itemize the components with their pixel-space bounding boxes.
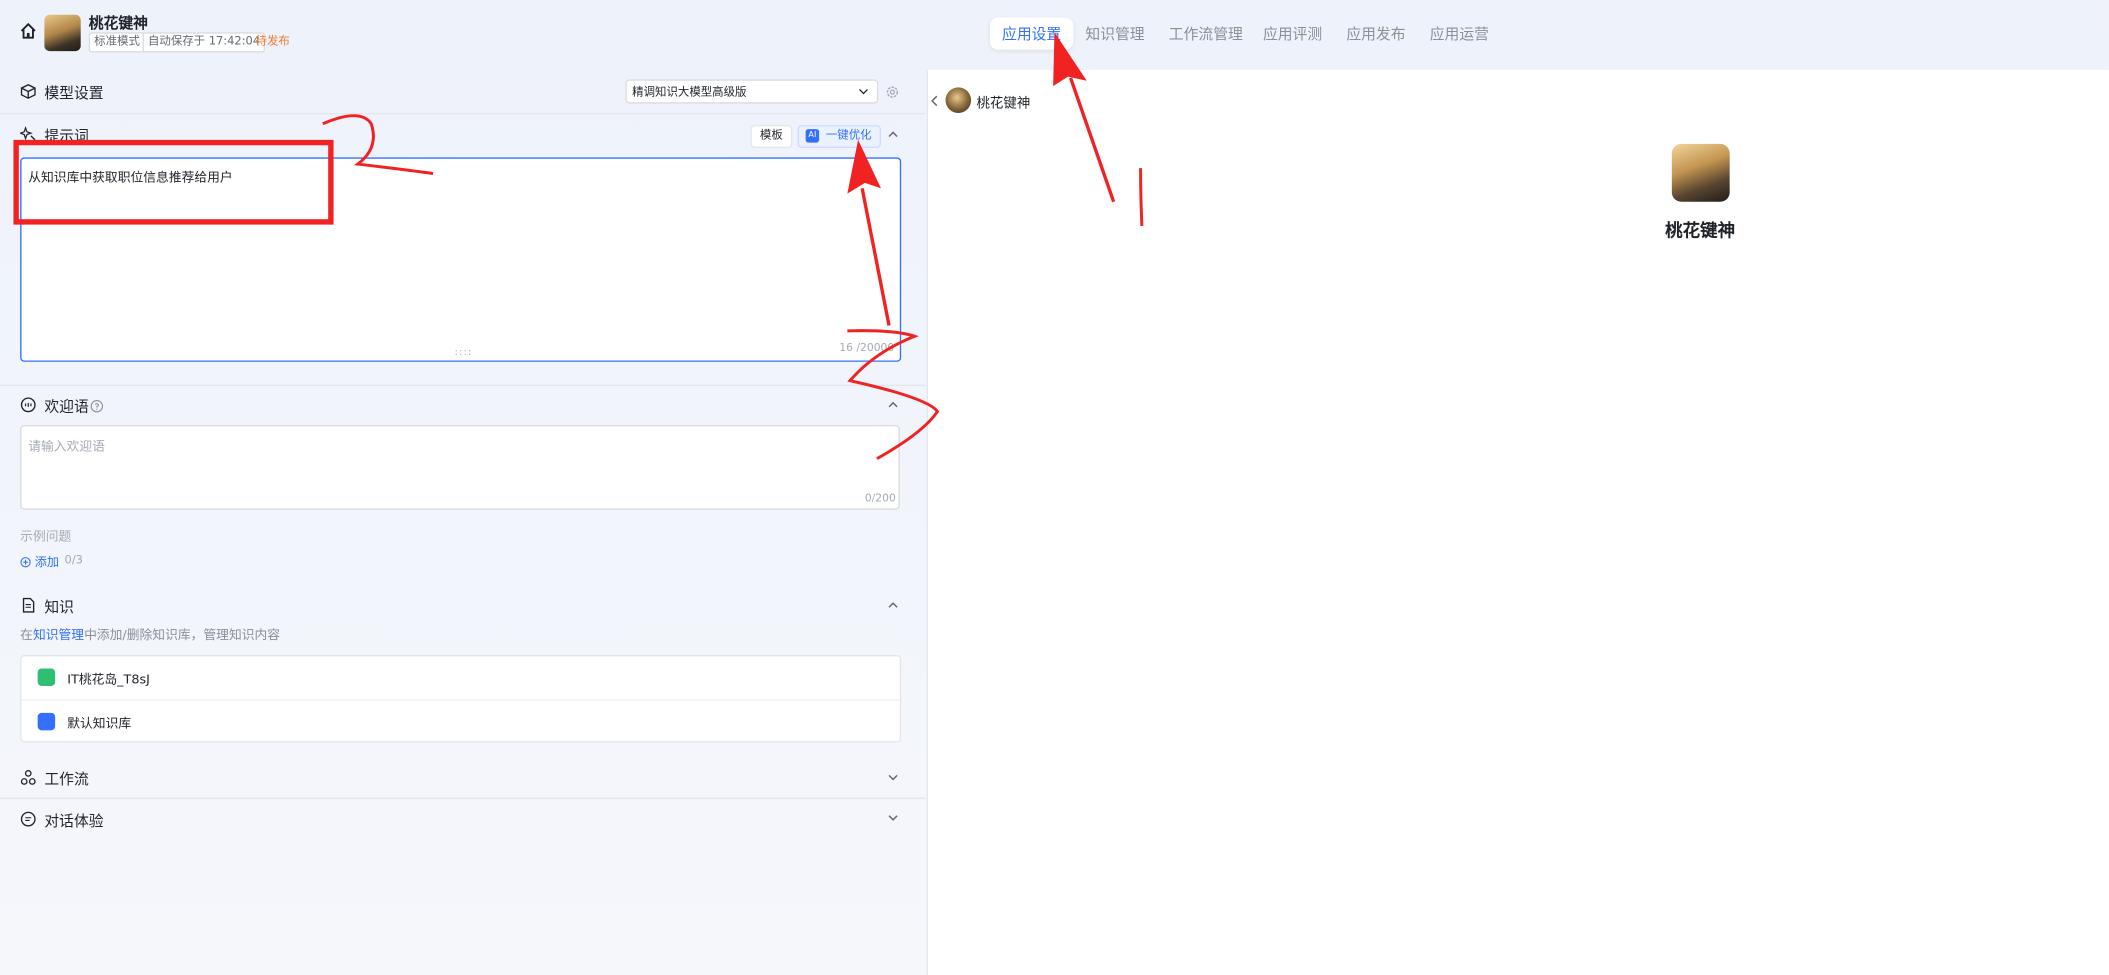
tab-app-operations[interactable]: 应用运营 (1418, 17, 1501, 49)
tab-knowledge-management[interactable]: 知识管理 (1073, 17, 1156, 49)
tab-workflow-management[interactable]: 工作流管理 (1157, 17, 1255, 49)
divider (0, 384, 926, 387)
bot-avatar (1671, 143, 1730, 202)
workflow-section-title: 工作流 (44, 770, 89, 789)
help-icon[interactable] (90, 399, 104, 413)
add-example-label: 添加 (34, 556, 60, 571)
tab-app-settings[interactable]: 应用设置 (989, 17, 1074, 50)
sparkle-icon (20, 126, 36, 141)
example-count: 0/3 (64, 554, 83, 568)
knowledge-section-title: 知识 (44, 598, 74, 617)
workflow-icon (20, 770, 36, 785)
model-section-title: 模型设置 (44, 84, 104, 103)
prompt-input-value: 从知识库中获取职位信息推荐给用户 (28, 170, 233, 186)
resize-grip-icon[interactable]: :::: (455, 347, 473, 358)
knowledge-base-list: IT桃花岛_T8sJ 默认知识库 (20, 655, 902, 743)
ai-icon: AI (805, 129, 820, 143)
prompt-char-count: 16 /20000 (839, 341, 895, 354)
chat-bubble-icon (20, 397, 36, 413)
knowledge-base-name: IT桃花岛_T8sJ (67, 672, 150, 688)
preview-header-name: 桃花键神 (976, 96, 1031, 112)
file-icon (37, 712, 56, 731)
knowledge-description: 在知识管理中添加/删除知识库，管理知识内容 (20, 624, 280, 643)
mode-badge: 标准模式 (88, 32, 146, 53)
chevron-up-icon[interactable] (886, 599, 899, 612)
preview-panel (926, 69, 2109, 975)
optimize-label: 一键优化 (825, 129, 872, 143)
chevron-up-icon[interactable] (886, 398, 899, 411)
app-title: 桃花键神 (88, 14, 148, 33)
knowledge-desc-suffix: 中添加/删除知识库，管理知识内容 (84, 628, 281, 643)
optimize-button[interactable]: AI 一键优化 (797, 125, 881, 148)
welcome-section-title: 欢迎语 (44, 398, 89, 416)
chevron-left-icon[interactable] (929, 94, 940, 107)
dialogue-section-title: 对话体验 (44, 812, 104, 830)
model-select[interactable]: 精调知识大模型高级版 (625, 79, 879, 104)
tab-app-evaluation[interactable]: 应用评测 (1251, 17, 1334, 49)
model-select-value: 精调知识大模型高级版 (632, 86, 747, 100)
chevron-down-icon[interactable] (886, 771, 899, 784)
home-icon[interactable] (19, 22, 38, 41)
template-button[interactable]: 模板 (750, 125, 793, 148)
cube-icon (20, 83, 36, 99)
divider (0, 112, 926, 115)
example-questions-label: 示例问题 (20, 529, 72, 545)
welcome-input-placeholder: 请输入欢迎语 (28, 439, 105, 455)
status-badge: 待发布 (255, 34, 290, 49)
welcome-input[interactable] (20, 425, 900, 510)
welcome-char-count: 0/200 (864, 492, 896, 505)
knowledge-base-item[interactable]: IT桃花岛_T8sJ (22, 656, 900, 699)
autosave-badge: 自动保存于 17:42:04 (142, 32, 266, 53)
prompt-input[interactable] (20, 157, 902, 362)
tab-app-publish[interactable]: 应用发布 (1334, 17, 1417, 49)
gear-icon[interactable] (885, 85, 900, 100)
dialogue-icon (20, 811, 36, 827)
knowledge-base-name: 默认知识库 (67, 716, 132, 732)
chevron-down-icon (858, 88, 869, 95)
bot-avatar-small (945, 87, 972, 113)
bot-name: 桃花键神 (1665, 221, 1736, 243)
knowledge-desc-prefix: 在 (20, 628, 33, 643)
chat-icon (37, 668, 56, 686)
chevron-up-icon[interactable] (886, 128, 899, 141)
knowledge-management-link[interactable]: 知识管理 (33, 628, 84, 643)
chevron-down-icon[interactable] (886, 811, 899, 824)
document-icon (22, 597, 35, 613)
prompt-section-title: 提示词 (44, 127, 89, 146)
divider (0, 797, 926, 799)
add-example-button[interactable]: 添加 (20, 553, 59, 570)
app-avatar (44, 14, 81, 52)
knowledge-base-item[interactable]: 默认知识库 (21, 699, 900, 743)
plus-circle-icon (20, 557, 31, 568)
